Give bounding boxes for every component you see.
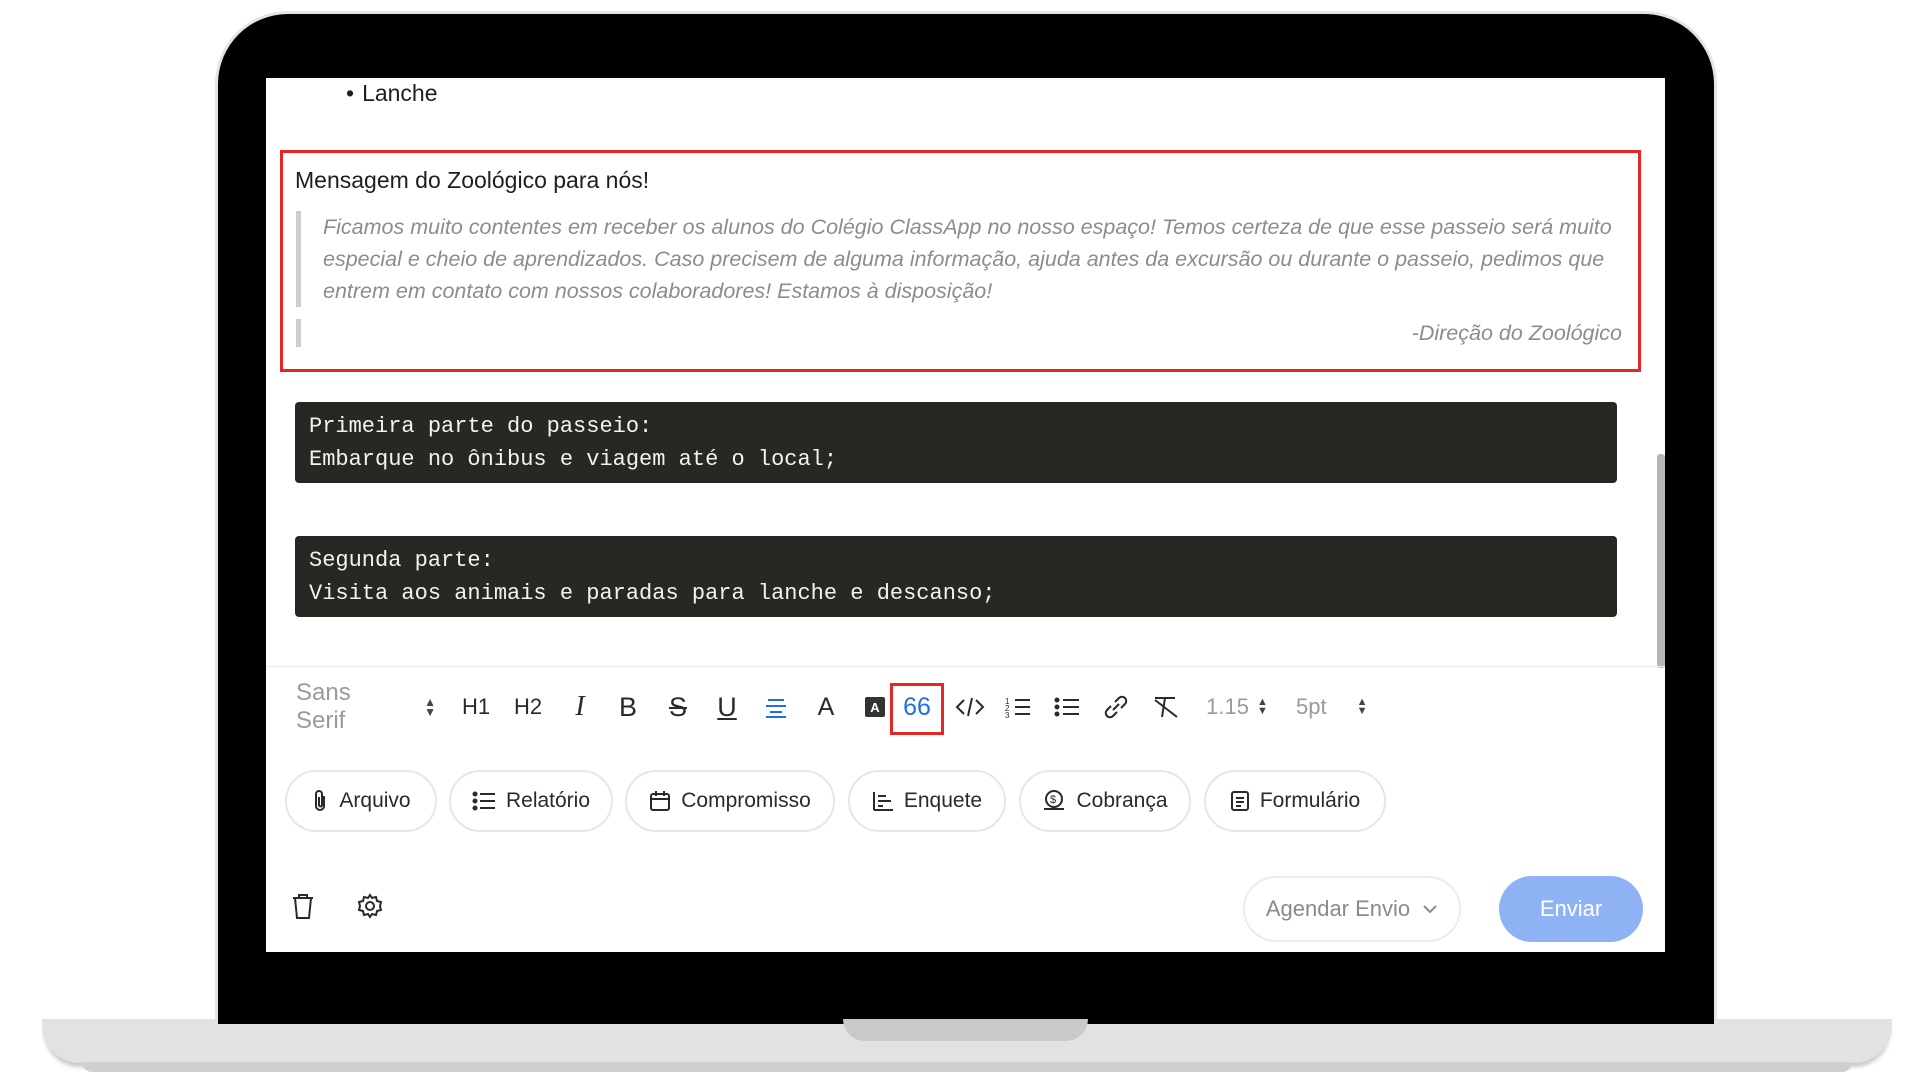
code-line: Visita aos animais e paradas para lanche… <box>309 581 996 606</box>
select-arrows-icon: ▲ ▼ <box>424 695 436 719</box>
svg-text:3: 3 <box>1005 711 1010 719</box>
underline-button[interactable]: U <box>709 667 745 747</box>
blockquote-bar-signature <box>296 319 301 347</box>
schedule-send-dropdown[interactable]: Agendar Envio <box>1243 876 1461 942</box>
background-color-button[interactable]: A <box>857 667 893 747</box>
form-icon <box>1230 791 1249 811</box>
list-item-lanche: Lanche <box>346 80 437 107</box>
background-color-label: A <box>865 697 885 717</box>
font-size-value: 5pt <box>1296 694 1327 719</box>
font-family-select[interactable]: Sans Serif ▲ ▼ <box>296 667 436 747</box>
poll-button[interactable]: Enquete <box>848 770 1006 832</box>
code-line: Primeira parte do passeio: <box>309 414 653 439</box>
blockquote-signature: -Direção do Zoológico <box>1411 321 1622 345</box>
schedule-send-label: Agendar Envio <box>1265 896 1411 921</box>
select-arrows-icon: ▲ ▼ <box>1356 696 1368 717</box>
editor-screen: Lanche Mensagem do Zoológico para nós! F… <box>266 78 1665 952</box>
poll-label: Enquete <box>903 789 983 812</box>
ordered-list-icon[interactable]: 123 <box>1000 667 1036 747</box>
blockquote-text: Ficamos muito contentes em receber os al… <box>323 215 1612 303</box>
report-label: Relatório <box>505 789 591 812</box>
laptop-notch <box>843 1019 1088 1041</box>
file-attachment-label: Arquivo <box>339 789 411 812</box>
clear-formatting-icon[interactable] <box>1148 667 1184 747</box>
italic-button[interactable]: I <box>562 667 598 747</box>
trash-icon[interactable] <box>290 892 316 925</box>
gear-icon[interactable] <box>356 892 384 925</box>
formatting-toolbar: Sans Serif ▲▼ H1 H2 I B S U A A 66 123 <box>266 666 1665 747</box>
line-height-select[interactable]: 1.15 ▲ ▼ <box>1200 667 1274 747</box>
charge-label: Cobrança <box>1076 789 1168 812</box>
report-button[interactable]: Relatório <box>449 770 613 832</box>
align-center-icon[interactable] <box>758 667 794 747</box>
font-size-select[interactable]: 5pt ▲ ▼ <box>1296 667 1376 747</box>
blockquote-bar <box>296 211 301 307</box>
svg-text:$: $ <box>1050 794 1056 806</box>
quote-title: Mensagem do Zoológico para nós! <box>295 167 650 193</box>
code-line: Embarque no ônibus e viagem até o local; <box>309 447 838 472</box>
form-label: Formulário <box>1259 789 1361 812</box>
send-button[interactable]: Enviar <box>1499 876 1643 942</box>
heading-2-button[interactable]: H2 <box>506 667 550 747</box>
font-family-value: Sans Serif <box>296 679 351 734</box>
appointment-button[interactable]: Compromisso <box>625 770 835 832</box>
code-line: Segunda parte: <box>309 548 494 573</box>
quote-highlight-box: Mensagem do Zoológico para nós! Ficamos … <box>280 150 1641 372</box>
calendar-icon <box>650 791 671 811</box>
appointment-label: Compromisso <box>681 789 811 812</box>
code-block-icon[interactable] <box>952 667 988 747</box>
blockquote-highlight-box <box>890 683 944 735</box>
form-button[interactable]: Formulário <box>1204 770 1386 832</box>
bold-button[interactable]: B <box>610 667 646 747</box>
charge-button[interactable]: $ Cobrança <box>1019 770 1191 832</box>
strikethrough-button[interactable]: S <box>660 667 696 747</box>
paperclip-icon <box>315 790 326 811</box>
code-block-first-part: Primeira parte do passeio: Embarque no ô… <box>295 402 1617 483</box>
scrollbar[interactable] <box>1657 454 1665 668</box>
code-block-second-part: Segunda parte: Visita aos animais e para… <box>295 536 1617 617</box>
file-attachment-button[interactable]: Arquivo <box>285 770 437 832</box>
link-icon[interactable] <box>1098 667 1134 747</box>
select-arrows-icon: ▲ ▼ <box>1256 696 1268 717</box>
coin-icon: $ <box>1044 790 1065 810</box>
poll-icon <box>872 792 893 811</box>
chevron-down-icon <box>1423 905 1437 914</box>
line-height-value: 1.15 <box>1206 694 1249 719</box>
bullet-list-icon[interactable] <box>1049 667 1085 747</box>
font-color-button[interactable]: A <box>808 667 844 747</box>
list-icon <box>472 791 495 811</box>
heading-1-button[interactable]: H1 <box>456 667 496 747</box>
laptop-base-shadow <box>82 1062 1852 1072</box>
